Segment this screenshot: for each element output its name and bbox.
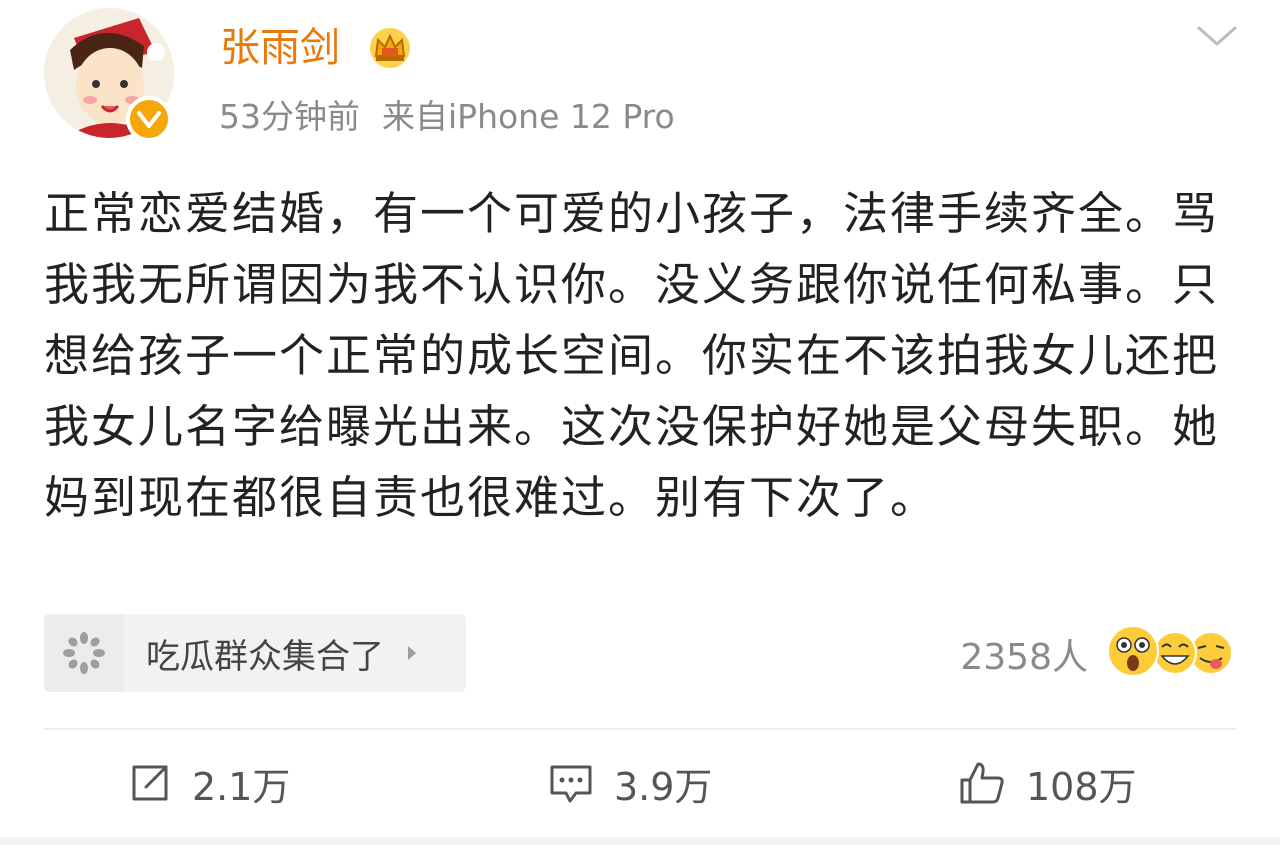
reactions-summary[interactable]: 2358人 — [960, 624, 1236, 684]
reaction-emojis — [1106, 624, 1236, 684]
comment-button[interactable]: 3.9万 — [548, 740, 712, 826]
more-options-button[interactable] — [1196, 24, 1238, 52]
username[interactable]: 张雨剑 — [220, 22, 340, 74]
topic-icon-box — [44, 614, 124, 692]
topic-label: 吃瓜群众集合了 — [146, 636, 384, 677]
reaction-count: 2358人 — [960, 637, 1088, 678]
chevron-down-icon — [1197, 26, 1237, 46]
bottom-divider — [0, 837, 1280, 845]
thumbs-up-icon — [960, 762, 1004, 804]
repost-icon — [132, 765, 168, 801]
like-count: 108万 — [1026, 764, 1137, 809]
post-meta: 53分钟前 来自iPhone 12 Pro — [219, 96, 675, 138]
topic-chip[interactable]: 吃瓜群众集合了 — [44, 614, 466, 692]
crown-icon — [370, 28, 410, 68]
post-text: 正常恋爱结婚，有一个可爱的小孩子，法律手续齐全。骂我我无所谓因为我不认识你。没义… — [44, 187, 1220, 524]
surprised-emoji-icon — [1107, 625, 1159, 677]
divider — [44, 728, 1236, 730]
verified-badge — [126, 96, 172, 142]
melon-seed-icon — [63, 632, 105, 674]
comment-icon — [550, 765, 592, 803]
caret-right-icon — [408, 646, 416, 660]
member-badge[interactable] — [368, 26, 412, 74]
repost-button[interactable]: 2.1万 — [128, 740, 290, 826]
action-bar: 2.1万 3.9万 108万 — [0, 740, 1280, 826]
comment-count: 3.9万 — [614, 764, 713, 809]
repost-count: 2.1万 — [192, 764, 291, 809]
like-button[interactable]: 108万 — [958, 740, 1137, 826]
post-time: 53分钟前 — [219, 97, 360, 136]
verified-icon — [137, 111, 161, 128]
post-source: 来自iPhone 12 Pro — [382, 97, 675, 136]
